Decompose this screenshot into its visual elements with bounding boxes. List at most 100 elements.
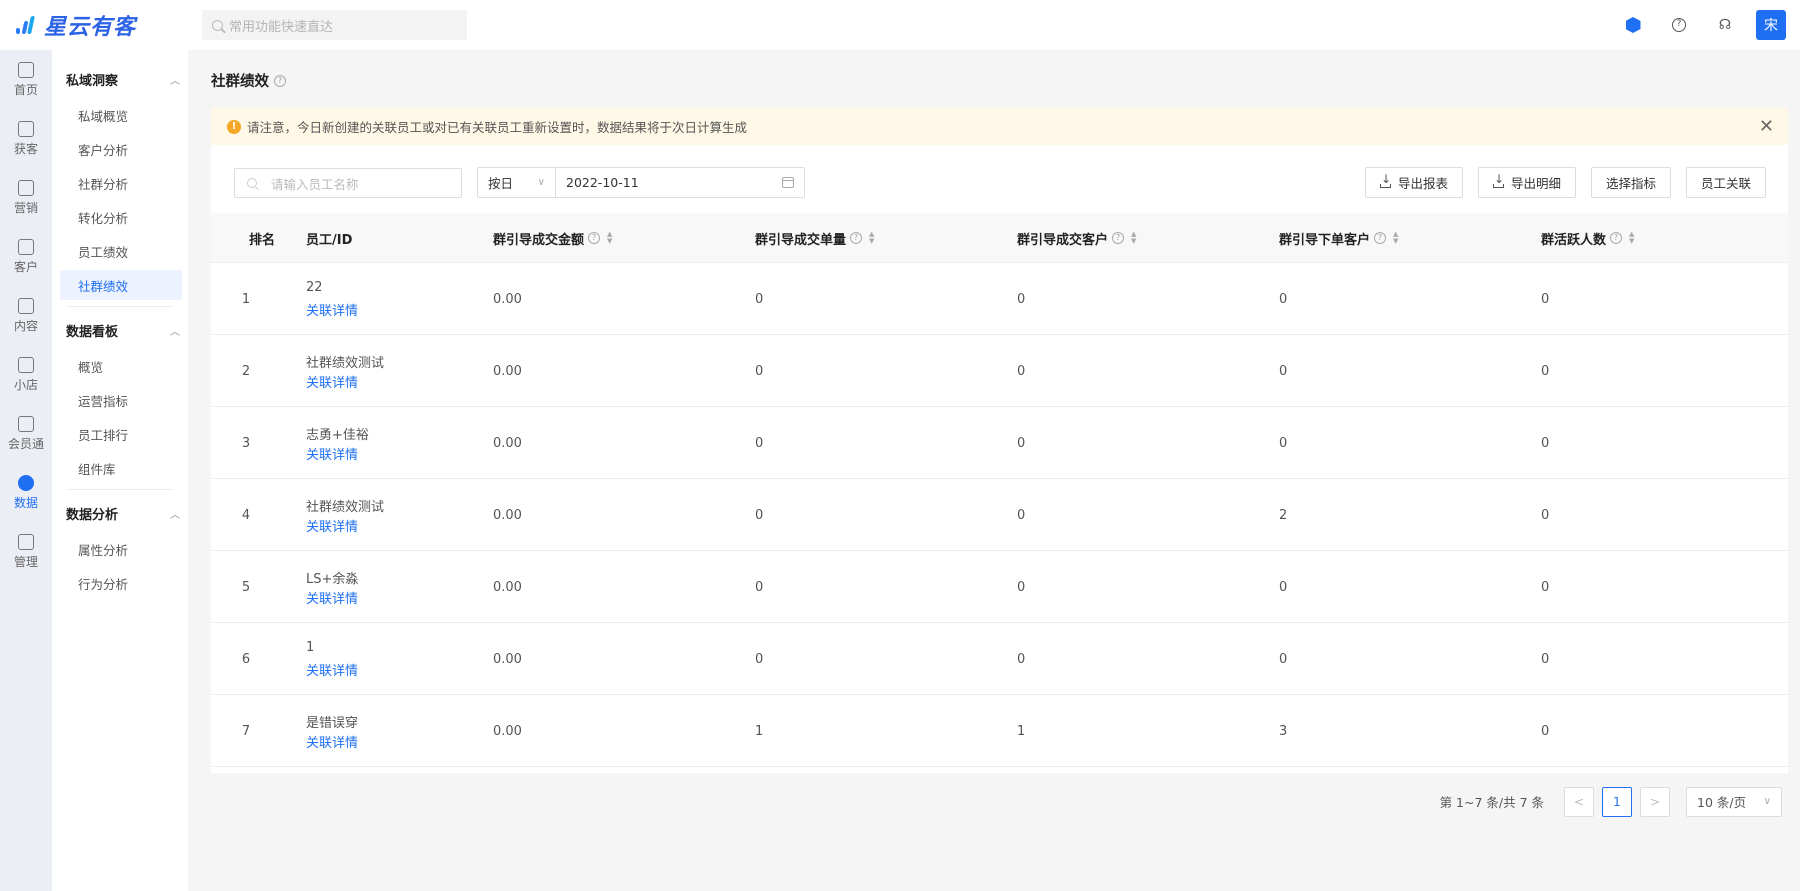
cube-icon[interactable] bbox=[1618, 10, 1648, 40]
rail-item-7[interactable]: 数据 bbox=[0, 463, 52, 522]
col-employee: 员工/ID bbox=[306, 213, 352, 263]
close-icon[interactable]: ✕ bbox=[1759, 116, 1774, 137]
nav-item[interactable]: 组件库 bbox=[60, 453, 182, 483]
col-order-customers[interactable]: 群引导下单客户? ▲ ▼ bbox=[1279, 213, 1398, 263]
sort-icon[interactable]: ▲ ▼ bbox=[1393, 231, 1398, 245]
col-orders[interactable]: 群引导成交单量? ▲ ▼ bbox=[755, 213, 874, 263]
cell-orders: 0 bbox=[755, 651, 764, 667]
select-metrics-button[interactable]: 选择指标 bbox=[1590, 167, 1671, 198]
rail-item-5[interactable]: 小店 bbox=[0, 345, 52, 404]
nav-group-label: 私域洞察 bbox=[66, 73, 119, 89]
help-icon[interactable]: ? bbox=[850, 232, 863, 244]
headset-icon[interactable]: ☊ bbox=[1710, 10, 1740, 40]
table-row: 2 社群绩效测试 关联详情 0.00 0 0 0 0 bbox=[211, 335, 1788, 407]
prev-page-button[interactable]: < bbox=[1564, 786, 1594, 817]
nav-item[interactable]: 客户分析 bbox=[60, 134, 182, 164]
help-icon[interactable]: ? bbox=[1374, 232, 1387, 244]
sort-icon[interactable]: ▲ ▼ bbox=[1131, 231, 1136, 245]
rail-item-3[interactable]: 客户 bbox=[0, 227, 52, 286]
cell-order-customers: 0 bbox=[1279, 291, 1288, 307]
notice-banner: ! 请注意，今日新创建的关联员工或对已有关联员工重新设置时，数据结果将于次日计算… bbox=[211, 108, 1788, 145]
search-icon bbox=[212, 19, 223, 31]
rail-item-label: 会员通 bbox=[7, 436, 44, 451]
sort-icon[interactable]: ▲ ▼ bbox=[1629, 231, 1634, 245]
cell-orders: 0 bbox=[755, 435, 764, 451]
link-details-link[interactable]: 关联详情 bbox=[306, 516, 384, 535]
col-gmv[interactable]: 群引导成交金额? ▲ ▼ bbox=[493, 213, 612, 263]
col-active[interactable]: 群活跃人数? ▲ ▼ bbox=[1541, 213, 1634, 263]
nav-group-title[interactable]: 数据分析 ︿ bbox=[66, 496, 180, 530]
page-size-select[interactable]: 10 条/页 ∨ bbox=[1686, 786, 1782, 817]
nav-item[interactable]: 行为分析 bbox=[60, 568, 182, 598]
table-row: 7 是错误穿 关联详情 0.00 1 1 3 0 bbox=[211, 695, 1788, 767]
sort-icon[interactable]: ▲ ▼ bbox=[869, 231, 874, 245]
global-search-input[interactable]: 常用功能快速直达 bbox=[202, 10, 467, 40]
nav-item[interactable]: 员工排行 bbox=[60, 419, 182, 449]
sort-icon[interactable]: ▲ ▼ bbox=[607, 231, 612, 245]
page-button-current[interactable]: 1 bbox=[1602, 786, 1632, 817]
chevron-up-icon: ︿ bbox=[170, 75, 180, 87]
chevron-up-icon: ︿ bbox=[170, 326, 180, 338]
warning-icon: ! bbox=[227, 119, 241, 134]
rail-item-0[interactable]: 首页 bbox=[0, 50, 52, 109]
nav-group-title[interactable]: 私域洞察 ︿ bbox=[66, 62, 180, 96]
rail-item-1[interactable]: 获客 bbox=[0, 109, 52, 168]
export-detail-button[interactable]: 导出明细 bbox=[1477, 167, 1576, 198]
nav-item[interactable]: 员工绩效 bbox=[60, 236, 182, 266]
link-details-link[interactable]: 关联详情 bbox=[306, 588, 358, 607]
nav-item[interactable]: 私域概览 bbox=[60, 100, 182, 130]
nav-item[interactable]: 转化分析 bbox=[60, 202, 182, 232]
nav-group-title[interactable]: 数据看板 ︿ bbox=[66, 313, 180, 347]
date-picker[interactable]: 2022-10-11 bbox=[556, 168, 804, 197]
link-details-link[interactable]: 关联详情 bbox=[306, 732, 358, 751]
rail-item-4[interactable]: 内容 bbox=[0, 286, 52, 345]
brand-logo[interactable]: 星云有客 bbox=[14, 9, 189, 41]
export-report-button[interactable]: 导出报表 bbox=[1364, 167, 1463, 198]
link-details-link[interactable]: 关联详情 bbox=[306, 300, 358, 319]
title-help-icon[interactable]: ? bbox=[274, 74, 286, 87]
help-icon[interactable]: ? bbox=[588, 232, 601, 244]
cell-orders: 0 bbox=[755, 507, 764, 523]
nav-item[interactable]: 运营指标 bbox=[60, 385, 182, 415]
page-title: 社群绩效 ? bbox=[211, 70, 286, 91]
home-icon bbox=[18, 61, 34, 78]
nav-item[interactable]: 社群绩效 bbox=[60, 270, 182, 300]
cell-order-customers: 3 bbox=[1279, 723, 1288, 739]
period-select[interactable]: 按日 ∨ bbox=[478, 168, 556, 197]
cell-order-customers: 0 bbox=[1279, 579, 1288, 595]
link-details-link[interactable]: 关联详情 bbox=[306, 660, 358, 679]
next-page-button[interactable]: > bbox=[1640, 786, 1670, 817]
notice-text: 请注意，今日新创建的关联员工或对已有关联员工重新设置时，数据结果将于次日计算生成 bbox=[247, 120, 748, 135]
rail-item-8[interactable]: 管理 bbox=[0, 522, 52, 581]
nav-item[interactable]: 社群分析 bbox=[60, 168, 182, 198]
cell-gmv: 0.00 bbox=[493, 507, 522, 523]
col-buyers[interactable]: 群引导成交客户? ▲ ▼ bbox=[1017, 213, 1136, 263]
help-icon[interactable]: ? bbox=[1664, 10, 1694, 40]
avatar[interactable]: 宋 bbox=[1756, 10, 1786, 40]
cell-rank: 4 bbox=[241, 507, 251, 523]
link-details-link[interactable]: 关联详情 bbox=[306, 372, 384, 391]
col-orders-label: 群引导成交单量 bbox=[755, 232, 847, 248]
help-icon[interactable]: ? bbox=[1610, 232, 1623, 244]
secondary-nav: 私域洞察 ︿ 私域概览客户分析社群分析转化分析员工绩效社群绩效数据看板 ︿ 概览运营指标… bbox=[52, 50, 188, 891]
table-row: 3 志勇+佳裕 关联详情 0.00 0 0 0 0 bbox=[211, 407, 1788, 479]
col-employee-label: 员工/ID bbox=[306, 232, 353, 248]
employee-search-input[interactable]: 请输入员工名称 bbox=[234, 168, 462, 198]
folder-icon bbox=[18, 297, 34, 314]
help-icon[interactable]: ? bbox=[1112, 232, 1125, 244]
rail-item-6[interactable]: 会员通 bbox=[0, 404, 52, 463]
shop-icon bbox=[18, 356, 34, 373]
cell-rank: 6 bbox=[241, 651, 251, 667]
employee-link-button[interactable]: 员工关联 bbox=[1685, 167, 1766, 198]
logo-mark-icon bbox=[14, 14, 36, 36]
cell-buyers: 0 bbox=[1017, 291, 1026, 307]
download-icon bbox=[1492, 172, 1504, 188]
nav-item[interactable]: 属性分析 bbox=[60, 534, 182, 564]
rail-item-2[interactable]: 营销 bbox=[0, 168, 52, 227]
cell-buyers: 0 bbox=[1017, 507, 1026, 523]
cell-employee: 22 关联详情 bbox=[306, 280, 358, 319]
nav-item[interactable]: 概览 bbox=[60, 351, 182, 381]
primary-nav-rail: 首页 获客 营销 客户 内容 小店会员通数据 管理 bbox=[0, 50, 52, 891]
link-details-link[interactable]: 关联详情 bbox=[306, 444, 369, 463]
cell-gmv: 0.00 bbox=[493, 291, 522, 307]
